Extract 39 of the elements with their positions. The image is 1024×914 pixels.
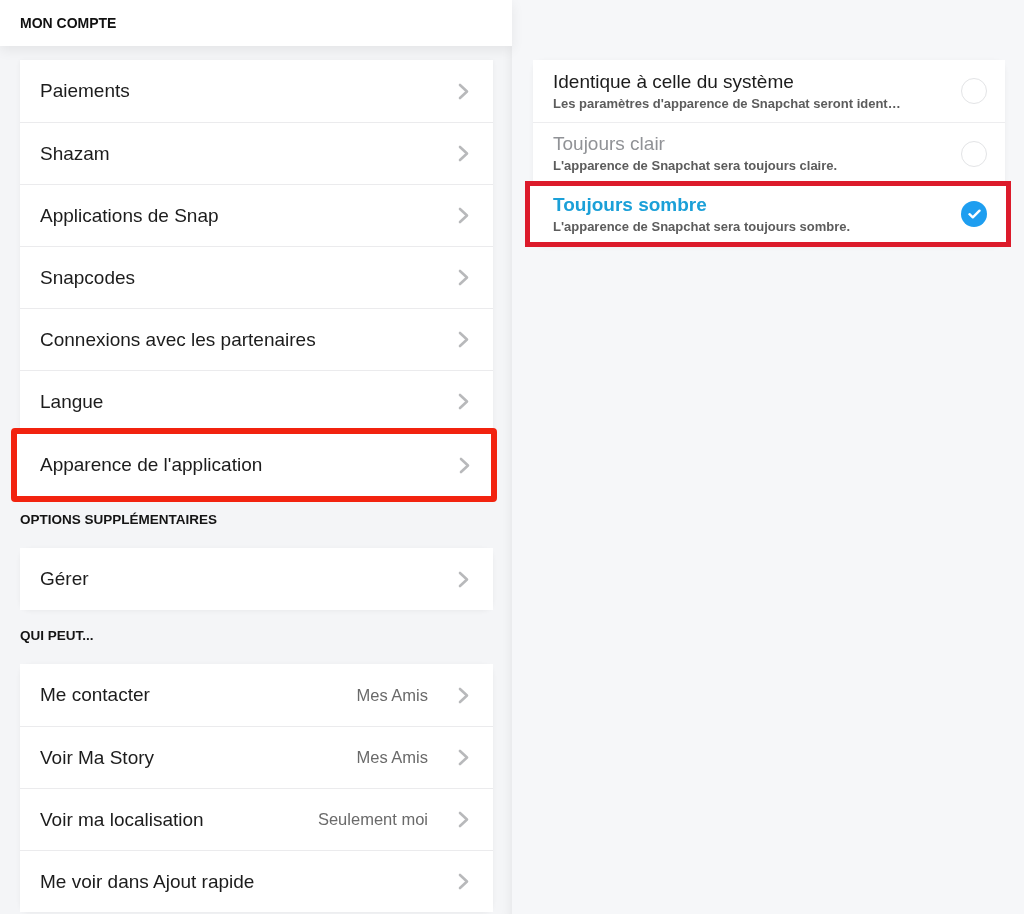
chevron-right-icon: [458, 570, 469, 588]
row-value: Seulement moi: [317, 810, 428, 829]
settings-row[interactable]: Connexions avec les partenaires: [20, 308, 493, 370]
row-value: Mes Amis: [356, 748, 428, 767]
appearance-option[interactable]: Identique à celle du système Les paramètres d'apparence de Snapchat seront ident…: [533, 60, 1005, 122]
settings-row[interactable]: Shazam: [20, 122, 493, 184]
settings-row[interactable]: Applications de Snap: [20, 184, 493, 246]
settings-row[interactable]: Gérer: [20, 548, 493, 610]
radio-button[interactable]: [961, 78, 987, 104]
header-title: MON COMPTE: [20, 15, 117, 31]
chevron-right-icon: [458, 749, 469, 766]
settings-row[interactable]: Apparence de l'application: [17, 434, 491, 496]
option-description: Les paramètres d'apparence de Snapchat seront ident…: [553, 95, 902, 112]
settings-row[interactable]: Snapcodes: [20, 246, 493, 308]
settings-row[interactable]: Paiements: [20, 60, 493, 122]
chevron-right-icon: [458, 207, 469, 224]
chevron-right-icon: [459, 456, 470, 474]
settings-row[interactable]: Me contacter Mes Amis: [20, 664, 493, 726]
chevron-right-icon: [458, 145, 469, 162]
radio-button[interactable]: [961, 201, 987, 227]
chevron-right-icon: [458, 393, 469, 410]
chevron-right-icon: [458, 873, 469, 890]
settings-row[interactable]: Me voir dans Ajout rapide: [20, 850, 493, 912]
chevron-right-icon: [458, 686, 469, 704]
appearance-option[interactable]: Toujours sombre L'apparence de Snapchat sera toujours sombre.: [530, 186, 1006, 242]
appearance-option[interactable]: Toujours clair L'apparence de Snapchat sera toujours claire.: [533, 122, 1005, 184]
chevron-right-icon: [458, 331, 469, 348]
section-title: QUI PEUT...: [20, 628, 95, 644]
option-description: L'apparence de Snapchat sera toujours claire.: [553, 158, 839, 174]
chevron-right-icon: [458, 82, 469, 100]
radio-button[interactable]: [961, 140, 987, 167]
settings-row[interactable]: Voir Ma Story Mes Amis: [20, 726, 493, 788]
section-title: OPTIONS SUPPLÉMENTAIRES: [20, 512, 219, 528]
checkmark-icon: [967, 209, 981, 219]
chevron-right-icon: [458, 269, 469, 286]
chevron-right-icon: [458, 811, 469, 828]
row-value: Mes Amis: [356, 685, 428, 705]
option-description: L'apparence de Snapchat sera toujours sombre.: [553, 218, 852, 235]
settings-row[interactable]: Voir ma localisation Seulement moi: [20, 788, 493, 850]
